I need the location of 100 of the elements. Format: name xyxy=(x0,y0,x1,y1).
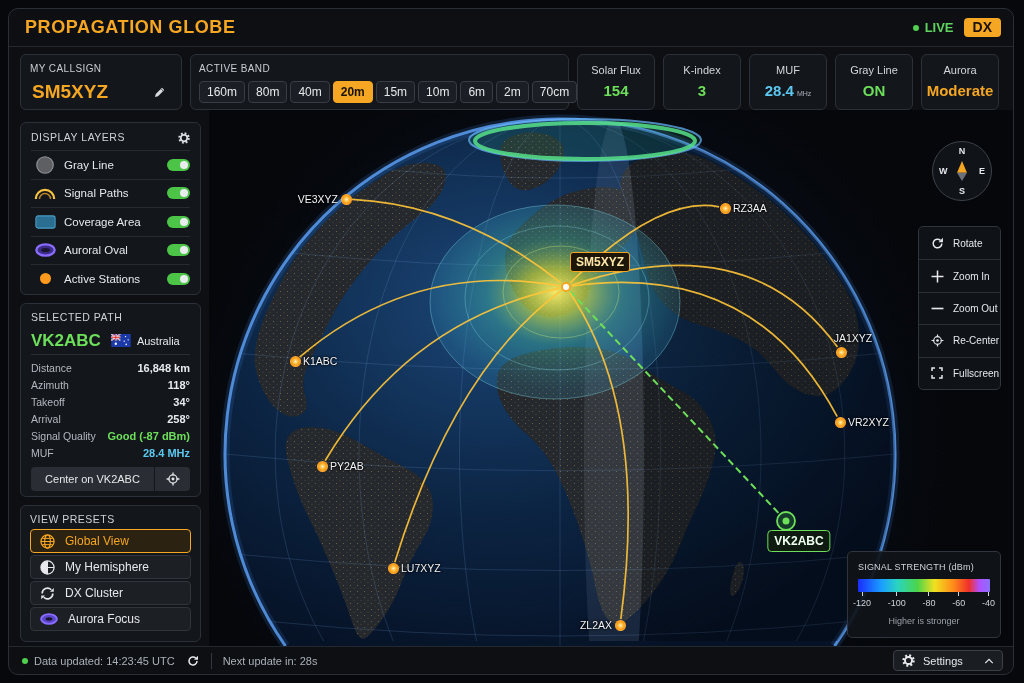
station-dot-icon[interactable] xyxy=(387,562,399,574)
stat-value: 154 xyxy=(603,82,629,100)
detail-label: Azimuth xyxy=(31,378,69,391)
station-label: VE3XYZ xyxy=(297,193,338,205)
map-control-button[interactable]: Re-Center xyxy=(919,324,1000,357)
stat-label: Solar Flux xyxy=(591,64,641,77)
band-button[interactable]: 20m xyxy=(332,81,373,103)
callsign-label: MY CALLSIGN xyxy=(30,63,103,75)
stat-label: Gray Line xyxy=(850,64,898,77)
compass-letter: N xyxy=(958,146,966,156)
rotate-icon xyxy=(930,236,944,250)
detail-value: 34° xyxy=(173,395,190,408)
scale-tick-label: -80 xyxy=(922,592,936,609)
station-label: PY2AB xyxy=(330,460,364,472)
path-country: Australia xyxy=(136,334,180,347)
layer-label: Coverage Area xyxy=(64,215,141,228)
scale-tick-label: -120 xyxy=(853,592,871,609)
island xyxy=(730,561,744,596)
band-button[interactable]: 70cm xyxy=(531,81,578,103)
station-dot-icon[interactable] xyxy=(289,355,301,367)
gear-icon[interactable] xyxy=(178,131,190,144)
gear-icon xyxy=(902,654,915,667)
status-dot-icon xyxy=(22,657,28,664)
chevron-up-icon xyxy=(984,657,994,664)
stat-label: Aurora xyxy=(943,64,977,77)
scale-tick-label: -40 xyxy=(981,592,995,609)
legend-note: Higher is stronger xyxy=(887,616,961,626)
pencil-icon[interactable] xyxy=(154,86,166,98)
path-callsign: VK2ABC xyxy=(31,330,101,351)
station-dot-icon[interactable] xyxy=(316,460,328,472)
toggle-switch[interactable] xyxy=(167,272,190,285)
detail-value: 16,848 km xyxy=(137,361,190,374)
compass-needle-icon xyxy=(957,161,967,181)
station-dot-icon[interactable] xyxy=(340,193,352,205)
detail-label: Signal Quality xyxy=(31,429,96,442)
scale-tick-label: -60 xyxy=(952,592,966,609)
compass-letter: W xyxy=(939,166,948,176)
station-label: JA1XYZ xyxy=(833,332,873,344)
rectangle-icon xyxy=(34,214,56,229)
station-label: LU7XYZ xyxy=(401,562,441,574)
plus-icon xyxy=(930,269,944,283)
station-dot-icon[interactable] xyxy=(719,202,731,214)
cycle-arrows-icon xyxy=(40,585,55,601)
station-dot-icon[interactable] xyxy=(834,416,846,428)
preset-button[interactable]: Global View xyxy=(30,529,191,553)
callsign-value: SM5XYZ xyxy=(32,81,109,103)
station-label: K1ABC xyxy=(303,355,338,367)
dot-icon xyxy=(39,273,51,285)
map-control-button[interactable]: Zoom Out xyxy=(919,291,1000,325)
locate-button[interactable] xyxy=(155,467,190,491)
detail-value: 118° xyxy=(167,378,190,391)
band-button[interactable]: 160m xyxy=(199,81,246,103)
stat-value: ON xyxy=(862,82,886,100)
toggle-switch[interactable] xyxy=(167,187,190,200)
layer-label: Active Stations xyxy=(64,272,141,285)
home-station-tag: SM5XYZ xyxy=(570,252,630,272)
flag-icon xyxy=(110,334,131,347)
toggle-switch[interactable] xyxy=(167,244,190,257)
stat-label: K-index xyxy=(683,64,721,77)
disc-icon xyxy=(36,155,54,174)
center-button[interactable]: Center on VK2ABC xyxy=(31,467,154,491)
map-control-button[interactable]: Zoom In xyxy=(919,259,1000,292)
mode-badge[interactable]: DX xyxy=(963,18,1001,37)
detail-label: Distance xyxy=(31,361,72,374)
compass-letter: E xyxy=(979,166,985,176)
panel-title: SELECTED PATH xyxy=(31,311,124,324)
detail-label: Arrival xyxy=(31,412,61,425)
ring-icon xyxy=(40,613,58,625)
band-button[interactable]: 10m xyxy=(418,81,458,103)
settings-button[interactable]: Settings xyxy=(893,650,1003,671)
update-time: Data updated: 14:23:45 UTC xyxy=(34,654,175,667)
home-dot-icon[interactable] xyxy=(561,282,571,292)
half-globe-icon xyxy=(40,559,55,575)
band-button[interactable]: 15m xyxy=(375,81,416,103)
layer-label: Signal Paths xyxy=(64,187,129,200)
station-label: RZ3AA xyxy=(733,202,767,214)
stat-value: 3 xyxy=(697,82,707,100)
detail-label: Takeoff xyxy=(31,395,65,408)
toggle-switch[interactable] xyxy=(167,215,190,228)
band-button[interactable]: 40m xyxy=(290,81,330,103)
station-label: ZL2AX xyxy=(579,619,612,631)
band-button[interactable]: 6m xyxy=(460,81,494,103)
detail-label: MUF xyxy=(31,446,54,459)
station-dot-icon[interactable] xyxy=(835,346,847,358)
ring-icon xyxy=(34,243,56,258)
crosshair-icon xyxy=(930,334,944,348)
station-dot-icon[interactable] xyxy=(614,619,626,631)
refresh-icon[interactable] xyxy=(186,654,199,667)
map-control-button[interactable]: Fullscreen xyxy=(919,356,1000,389)
preset-button[interactable]: Aurora Focus xyxy=(30,607,191,631)
band-button[interactable]: 80m xyxy=(248,81,288,103)
detail-value: Good (-87 dBm) xyxy=(107,429,190,442)
toggle-switch[interactable] xyxy=(167,158,190,171)
map-control-button[interactable]: Rotate xyxy=(919,227,1000,260)
band-button[interactable]: 2m xyxy=(496,81,529,103)
preset-button[interactable]: My Hemisphere xyxy=(30,555,191,579)
station-label: VR2XYZ xyxy=(848,416,889,428)
band-label: ACTIVE BAND xyxy=(199,63,272,75)
preset-button[interactable]: DX Cluster xyxy=(30,581,191,605)
target-ring-icon[interactable] xyxy=(776,511,796,531)
